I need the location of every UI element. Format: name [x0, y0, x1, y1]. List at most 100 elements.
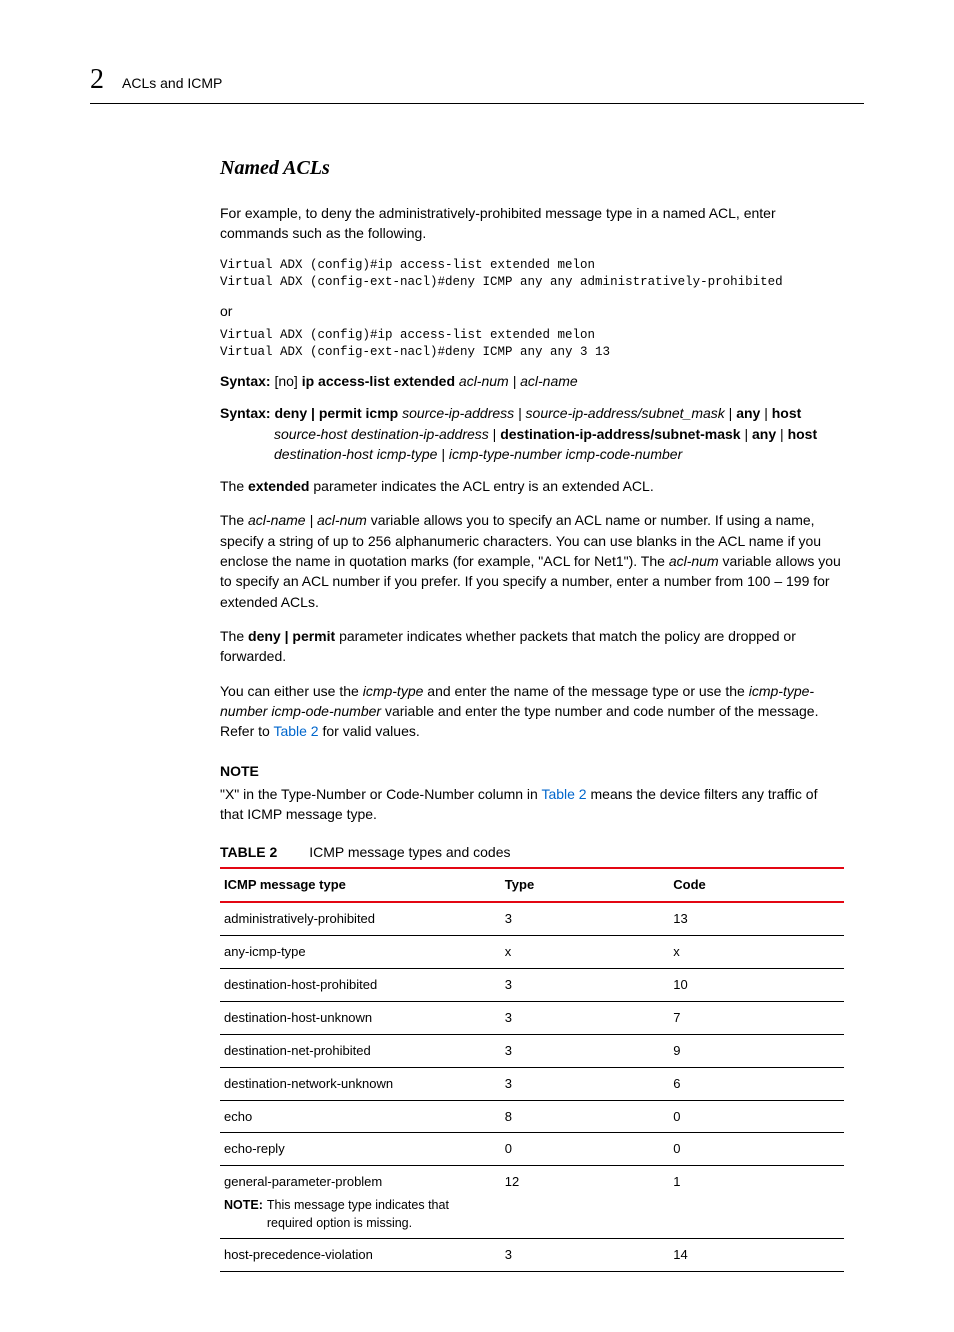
cell-type: x	[501, 936, 669, 969]
code-block-2: Virtual ADX (config)#ip access-list exte…	[220, 327, 844, 361]
s2-l2-b3: host	[788, 426, 818, 442]
cell-msg: any-icmp-type	[220, 936, 501, 969]
syntax-pre: [no]	[271, 373, 302, 389]
table-row: echo80	[220, 1100, 844, 1133]
cell-msg: administratively-prohibited	[220, 902, 501, 935]
th-type: Type	[501, 868, 669, 903]
th-msg: ICMP message type	[220, 868, 501, 903]
link-table2-b[interactable]: Table 2	[541, 786, 586, 802]
s2-sep1: |	[725, 405, 736, 421]
cell-msg: destination-net-prohibited	[220, 1034, 501, 1067]
syntax-1: Syntax: [no] ip access-list extended acl…	[220, 371, 844, 391]
syntax-label-2: Syntax:	[220, 405, 271, 421]
cell-msg: destination-host-unknown	[220, 1002, 501, 1035]
s2-l2-b1: destination-ip-address/subnet-mask	[500, 426, 740, 442]
cell-code: 6	[669, 1067, 844, 1100]
row-note-text: This message type indicates that require…	[267, 1196, 497, 1232]
header-title: ACLs and ICMP	[122, 73, 222, 93]
cell-type: 12	[501, 1166, 669, 1239]
cell-type: 3	[501, 969, 669, 1002]
link-table2-a[interactable]: Table 2	[273, 723, 318, 739]
para-aclname: The acl-name | acl-num variable allows y…	[220, 510, 844, 611]
table-header-row: ICMP message type Type Code	[220, 868, 844, 903]
note-heading: NOTE	[220, 761, 844, 781]
cell-code: 7	[669, 1002, 844, 1035]
table-title: ICMP message types and codes	[309, 844, 510, 860]
pi-1: You can either use the	[220, 683, 363, 699]
cell-type: 3	[501, 1067, 669, 1100]
s2-sep2: |	[760, 405, 771, 421]
row-note: NOTE: This message type indicates that r…	[224, 1196, 497, 1232]
cell-type: 3	[501, 1034, 669, 1067]
cell-code: 10	[669, 969, 844, 1002]
note-body: "X" in the Type-Number or Code-Number co…	[220, 784, 844, 825]
code-block-1: Virtual ADX (config)#ip access-list exte…	[220, 257, 844, 291]
icmp-table: ICMP message type Type Code administrati…	[220, 867, 844, 1273]
cell-code: 0	[669, 1133, 844, 1166]
s2-l2-sep1: |	[489, 426, 500, 442]
cell-code: 9	[669, 1034, 844, 1067]
table-row: host-precedence-violation314	[220, 1239, 844, 1272]
cell-code: 14	[669, 1239, 844, 1272]
table-label: TABLE 2	[220, 844, 277, 860]
cell-code: 1	[669, 1166, 844, 1239]
cell-code: 13	[669, 902, 844, 935]
pe-pre: The	[220, 478, 248, 494]
cell-msg: host-precedence-violation	[220, 1239, 501, 1272]
pd-pre: The	[220, 628, 248, 644]
table-row: echo-reply00	[220, 1133, 844, 1166]
cell-msg: echo-reply	[220, 1133, 501, 1166]
chapter-number: 2	[90, 60, 104, 101]
th-code: Code	[669, 868, 844, 903]
content: Named ACLs For example, to deny the admi…	[220, 154, 844, 1273]
cell-msg: destination-network-unknown	[220, 1067, 501, 1100]
pa-1: The	[220, 512, 248, 528]
table-row: destination-host-prohibited310	[220, 969, 844, 1002]
pi-4: for valid values.	[319, 723, 420, 739]
cell-type: 3	[501, 902, 669, 935]
cell-msg: echo	[220, 1100, 501, 1133]
syntax-italic: acl-num | acl-name	[459, 373, 578, 389]
row-note-label: NOTE:	[224, 1196, 263, 1232]
para-deny: The deny | permit parameter indicates wh…	[220, 626, 844, 667]
or-text: or	[220, 301, 844, 321]
table-row: any-icmp-typexx	[220, 936, 844, 969]
s2-b2: any	[736, 405, 760, 421]
syntax-label: Syntax:	[220, 373, 271, 389]
para-icmp: You can either use the icmp-type and ent…	[220, 681, 844, 742]
table-row: destination-net-prohibited39	[220, 1034, 844, 1067]
s2-l2-b2: any	[752, 426, 776, 442]
pe-bold: extended	[248, 478, 309, 494]
cell-type: 3	[501, 1002, 669, 1035]
cell-code: 0	[669, 1100, 844, 1133]
s2-l2-it1: source-host destination-ip-address	[274, 426, 489, 442]
s2-b1: deny | permit icmp	[271, 405, 403, 421]
table-row: destination-host-unknown37	[220, 1002, 844, 1035]
s2-it1: source-ip-address | source-ip-address/su…	[402, 405, 725, 421]
table-row: general-parameter-problemNOTE: This mess…	[220, 1166, 844, 1239]
cell-type: 0	[501, 1133, 669, 1166]
cell-type: 3	[501, 1239, 669, 1272]
pd-bold: deny | permit	[248, 628, 335, 644]
cell-code: x	[669, 936, 844, 969]
s2-l2-sep3: |	[776, 426, 787, 442]
pa-it2: acl-num	[669, 553, 719, 569]
page-header: 2 ACLs and ICMP	[90, 60, 864, 104]
s2-l2-sep2: |	[741, 426, 752, 442]
intro-paragraph: For example, to deny the administrativel…	[220, 203, 844, 244]
s2-l3: destination-host icmp-type | icmp-type-n…	[220, 444, 844, 464]
s2-b3: host	[772, 405, 802, 421]
pi-2: and enter the name of the message type o…	[423, 683, 748, 699]
pi-it1: icmp-type	[363, 683, 424, 699]
table-row: administratively-prohibited313	[220, 902, 844, 935]
table-caption: TABLE 2 ICMP message types and codes	[220, 842, 844, 862]
cell-type: 8	[501, 1100, 669, 1133]
syntax-bold: ip access-list extended	[302, 373, 459, 389]
pe-post: parameter indicates the ACL entry is an …	[309, 478, 653, 494]
table-row: destination-network-unknown36	[220, 1067, 844, 1100]
cell-msg: destination-host-prohibited	[220, 969, 501, 1002]
cell-msg: general-parameter-problemNOTE: This mess…	[220, 1166, 501, 1239]
para-extended: The extended parameter indicates the ACL…	[220, 476, 844, 496]
syntax-2: Syntax: deny | permit icmp source-ip-add…	[220, 403, 844, 464]
pa-it1: acl-name | acl-num	[248, 512, 367, 528]
